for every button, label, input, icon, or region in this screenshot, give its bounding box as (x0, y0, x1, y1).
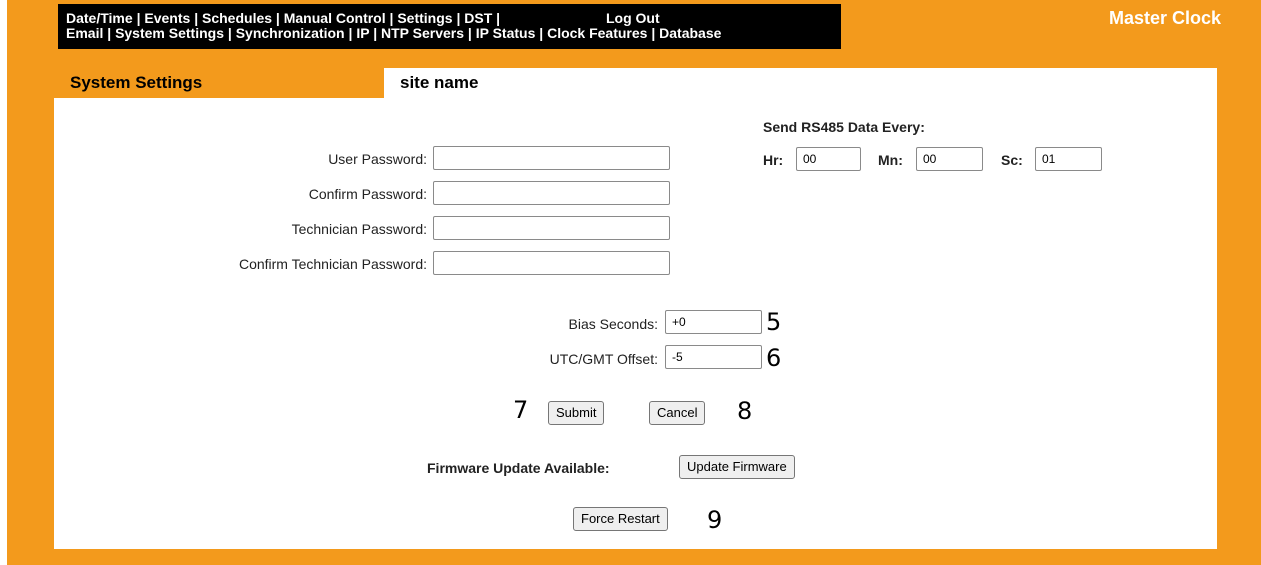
bias-seconds-label: Bias Seconds: (568, 316, 659, 332)
rs485-sc-field[interactable] (1035, 147, 1102, 171)
annotation-9: 9 (707, 506, 723, 534)
settings-panel (54, 68, 1217, 549)
nav-link-database[interactable]: Database (659, 25, 721, 41)
nav-separator: | (373, 25, 378, 41)
technician-password-label: Technician Password: (291, 221, 427, 237)
nav-separator: | (539, 25, 544, 41)
nav-separator: | (389, 10, 394, 26)
nav-separator: | (496, 10, 501, 26)
submit-button[interactable]: Submit (548, 401, 605, 425)
rs485-mn-label: Mn: (878, 152, 903, 168)
user-password-label: User Password: (328, 151, 427, 167)
bias-seconds-field[interactable] (665, 310, 762, 334)
nav-link-manual-control[interactable]: Manual Control (284, 10, 386, 26)
nav-separator: | (136, 10, 141, 26)
confirm-technician-password-field[interactable] (433, 251, 670, 275)
confirm-password-field[interactable] (433, 181, 670, 205)
nav-link-ntp-servers[interactable]: NTP Servers (381, 25, 464, 41)
nav-row-2: Email | System Settings | Synchronizatio… (66, 26, 721, 41)
annotation-8: 8 (737, 397, 753, 425)
nav-link-email[interactable]: Email (66, 25, 103, 41)
nav-link-events[interactable]: Events (144, 10, 190, 26)
nav-separator: | (348, 25, 353, 41)
cancel-button[interactable]: Cancel (649, 401, 706, 425)
nav-link-date-time[interactable]: Date/Time (66, 10, 133, 26)
force-restart-button[interactable]: Force Restart (573, 507, 668, 531)
site-name: site name (400, 73, 479, 92)
rs485-hr-label: Hr: (763, 152, 784, 168)
nav-link-settings[interactable]: Settings (397, 10, 452, 26)
nav-link-system-settings[interactable]: System Settings (115, 25, 224, 41)
user-password-field[interactable] (433, 146, 670, 170)
rs485-mn-field[interactable] (916, 147, 983, 171)
nav-separator: | (227, 25, 232, 41)
nav-link-clock-features[interactable]: Clock Features (547, 25, 647, 41)
update-firmware-button[interactable]: Update Firmware (679, 455, 795, 479)
firmware-available-label: Firmware Update Available: (427, 460, 610, 476)
page-title: System Settings (70, 73, 203, 92)
nav-separator: | (107, 25, 112, 41)
nav-separator: | (456, 10, 461, 26)
top-nav-bar: Date/Time | Events | Schedules | Manual … (58, 4, 841, 49)
utc-offset-field[interactable] (665, 345, 762, 369)
confirm-technician-password-label: Confirm Technician Password: (238, 256, 427, 272)
annotation-5: 5 (766, 308, 782, 336)
nav-link-ip-status[interactable]: IP Status (476, 25, 536, 41)
nav-link-ip[interactable]: IP (356, 25, 369, 41)
nav-separator: | (275, 10, 280, 26)
rs485-hr-field[interactable] (796, 147, 861, 171)
rs485-title: Send RS485 Data Every: (763, 119, 925, 135)
utc-offset-label: UTC/GMT Offset: (549, 351, 658, 367)
nav-link-dst[interactable]: DST (464, 10, 492, 26)
annotation-6: 6 (766, 344, 782, 372)
technician-password-field[interactable] (433, 216, 670, 240)
logout-link[interactable]: Log Out (606, 11, 660, 26)
nav-separator: | (194, 10, 199, 26)
confirm-password-label: Confirm Password: (308, 186, 427, 202)
nav-separator: | (467, 25, 472, 41)
annotation-7: 7 (513, 396, 529, 424)
brand-title: Master Clock (1108, 8, 1221, 28)
nav-link-schedules[interactable]: Schedules (202, 10, 272, 26)
rs485-sc-label: Sc: (1001, 152, 1023, 168)
nav-link-synchronization[interactable]: Synchronization (236, 25, 345, 41)
nav-row-1: Date/Time | Events | Schedules | Manual … (66, 10, 660, 26)
nav-separator: | (651, 25, 656, 41)
